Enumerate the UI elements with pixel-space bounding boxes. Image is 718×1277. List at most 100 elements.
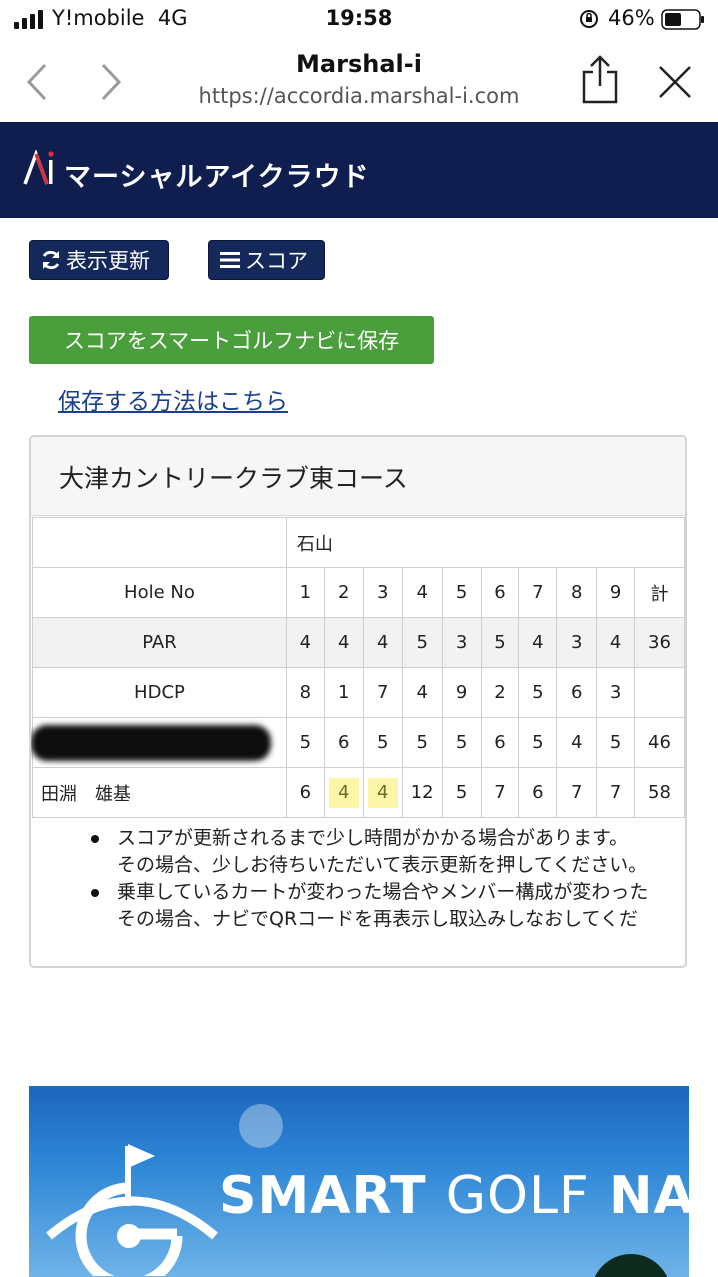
score-cell: 6 — [518, 767, 558, 818]
orientation-lock-icon — [580, 10, 598, 28]
score-cell: 6 — [323, 717, 364, 768]
score-table: 石山 Hole No 1 2 3 4 5 6 7 8 9 計 PAR 4 4 4… — [31, 517, 685, 818]
par-row: PAR 4 4 4 5 3 5 4 3 4 36 — [32, 617, 685, 668]
score-cell: 2 — [480, 667, 520, 718]
total-header-cell: 計 — [634, 567, 685, 618]
refresh-button[interactable]: 表示更新 — [29, 240, 169, 280]
score-cell: 4 — [556, 717, 598, 768]
app-name: マーシャルアイクラウド — [64, 162, 370, 193]
scorecard-header: 大津カントリークラブ東コース — [31, 437, 685, 516]
score-cell: 6 — [285, 767, 325, 818]
hole-cell: 8 — [556, 567, 598, 618]
row-label: PAR — [32, 617, 287, 668]
hole-cell: 2 — [323, 567, 364, 618]
score-cell: 1 — [323, 667, 364, 718]
hole-cell: 1 — [285, 567, 325, 618]
score-menu-button[interactable]: スコア — [208, 240, 325, 280]
status-bar: Y!mobile 4G 19:58 46% — [0, 0, 718, 40]
menu-icon — [220, 252, 240, 268]
tree-silhouette — [591, 1254, 671, 1277]
banner-word-navi: NAVi — [608, 1166, 689, 1226]
refresh-button-label: 表示更新 — [66, 249, 150, 273]
player-row: 5 6 5 5 5 6 5 4 5 46 — [31, 717, 685, 768]
howto-save-link[interactable]: 保存する方法はこちら — [58, 382, 288, 416]
score-cell: 5 — [518, 667, 558, 718]
score-cell: 5 — [441, 767, 482, 818]
score-cell: 4 — [362, 617, 403, 668]
note-item: スコアが更新されるまで少し時間がかかる場合があります。 その場合、少しお待ちいた… — [89, 825, 648, 879]
hole-cell: 4 — [401, 567, 443, 618]
course-name: 大津カントリークラブ東コース — [59, 464, 408, 493]
banner-title: SMART GOLF NAVi — [219, 1166, 689, 1226]
refresh-icon — [42, 250, 60, 270]
score-cell: 3 — [441, 617, 482, 668]
score-button-label: スコア — [245, 249, 308, 273]
row-label: Hole No — [32, 567, 287, 618]
score-cell: 7 — [480, 767, 520, 818]
section-row: 石山 — [32, 517, 685, 568]
score-cell: 5 — [518, 717, 558, 768]
score-cell: 4 — [518, 617, 558, 668]
score-cell: 6 — [480, 717, 520, 768]
highlighted-score: 4 — [367, 777, 398, 808]
section-name: 石山 — [285, 517, 685, 568]
note-line: スコアが更新されるまで少し時間がかかる場合があります。 — [117, 827, 629, 849]
highlighted-score: 4 — [328, 777, 359, 808]
player-row: 田淵 雄基 6 4 4 12 5 7 6 7 7 58 — [32, 767, 685, 818]
smart-golf-navi-banner[interactable]: SMART GOLF NAVi — [29, 1086, 689, 1277]
score-cell: 9 — [441, 667, 482, 718]
scorecard-panel: 大津カントリークラブ東コース 石山 Hole No 1 2 3 4 5 6 7 … — [29, 435, 687, 968]
battery-icon — [661, 9, 704, 30]
hole-number-row: Hole No 1 2 3 4 5 6 7 8 9 計 — [32, 567, 685, 618]
app-header: マーシャルアイクラウド — [0, 122, 718, 218]
score-cell: 4 — [285, 617, 325, 668]
score-cell: 5 — [401, 717, 443, 768]
banner-word-golf: GOLF — [445, 1166, 590, 1226]
row-label: HDCP — [32, 667, 287, 718]
note-line: その場合、少しお待ちいただいて表示更新を押してください。 — [117, 854, 648, 876]
score-cell: 7 — [596, 767, 635, 818]
hole-cell: 9 — [596, 567, 635, 618]
total-cell — [634, 667, 685, 718]
score-cell: 3 — [596, 667, 635, 718]
score-cell: 7 — [362, 667, 403, 718]
player-name-redacted — [31, 717, 287, 768]
notes-list: スコアが更新されるまで少し時間がかかる場合があります。 その場合、少しお待ちいた… — [89, 825, 648, 933]
score-cell: 4 — [323, 617, 364, 668]
score-cell: 6 — [556, 667, 598, 718]
score-cell: 5 — [401, 617, 443, 668]
save-to-navi-button[interactable]: スコアをスマートゴルフナビに保存 — [29, 316, 434, 364]
score-cell: 5 — [480, 617, 520, 668]
hdcp-row: HDCP 8 1 7 4 9 2 5 6 3 — [32, 667, 685, 718]
note-line: 乗車しているカートが変わった場合やメンバー構成が変わった — [117, 881, 649, 903]
hole-cell: 5 — [441, 567, 482, 618]
score-cell: 8 — [285, 667, 325, 718]
score-cell: 5 — [441, 717, 482, 768]
decorative-bubble — [239, 1104, 283, 1148]
score-cell: 5 — [285, 717, 325, 768]
app-logo-mark — [23, 150, 54, 185]
note-item: 乗車しているカートが変わった場合やメンバー構成が変わった その場合、ナビでQRコ… — [89, 879, 648, 933]
score-cell: 12 — [401, 767, 443, 818]
score-cell: 4 — [401, 667, 443, 718]
note-line: その場合、ナビでQRコードを再表示し取込みしなおしてくだ — [117, 908, 639, 930]
score-cell-highlighted: 4 — [323, 767, 364, 818]
score-cell: 4 — [596, 617, 635, 668]
total-cell: 58 — [634, 767, 685, 818]
share-icon[interactable] — [580, 54, 620, 104]
player-name: 田淵 雄基 — [32, 767, 287, 818]
total-cell: 36 — [634, 617, 685, 668]
hole-cell: 7 — [518, 567, 558, 618]
score-cell: 3 — [556, 617, 598, 668]
hole-cell: 6 — [480, 567, 520, 618]
close-icon[interactable] — [657, 64, 693, 100]
score-cell: 5 — [362, 717, 403, 768]
golf-flag-logo-icon — [46, 1144, 218, 1276]
score-cell-highlighted: 4 — [362, 767, 403, 818]
score-cell: 7 — [556, 767, 598, 818]
redaction-blur — [31, 724, 271, 761]
total-cell: 46 — [634, 717, 685, 768]
hole-cell: 3 — [362, 567, 403, 618]
score-cell: 5 — [596, 717, 635, 768]
banner-word-smart: SMART — [219, 1166, 427, 1226]
